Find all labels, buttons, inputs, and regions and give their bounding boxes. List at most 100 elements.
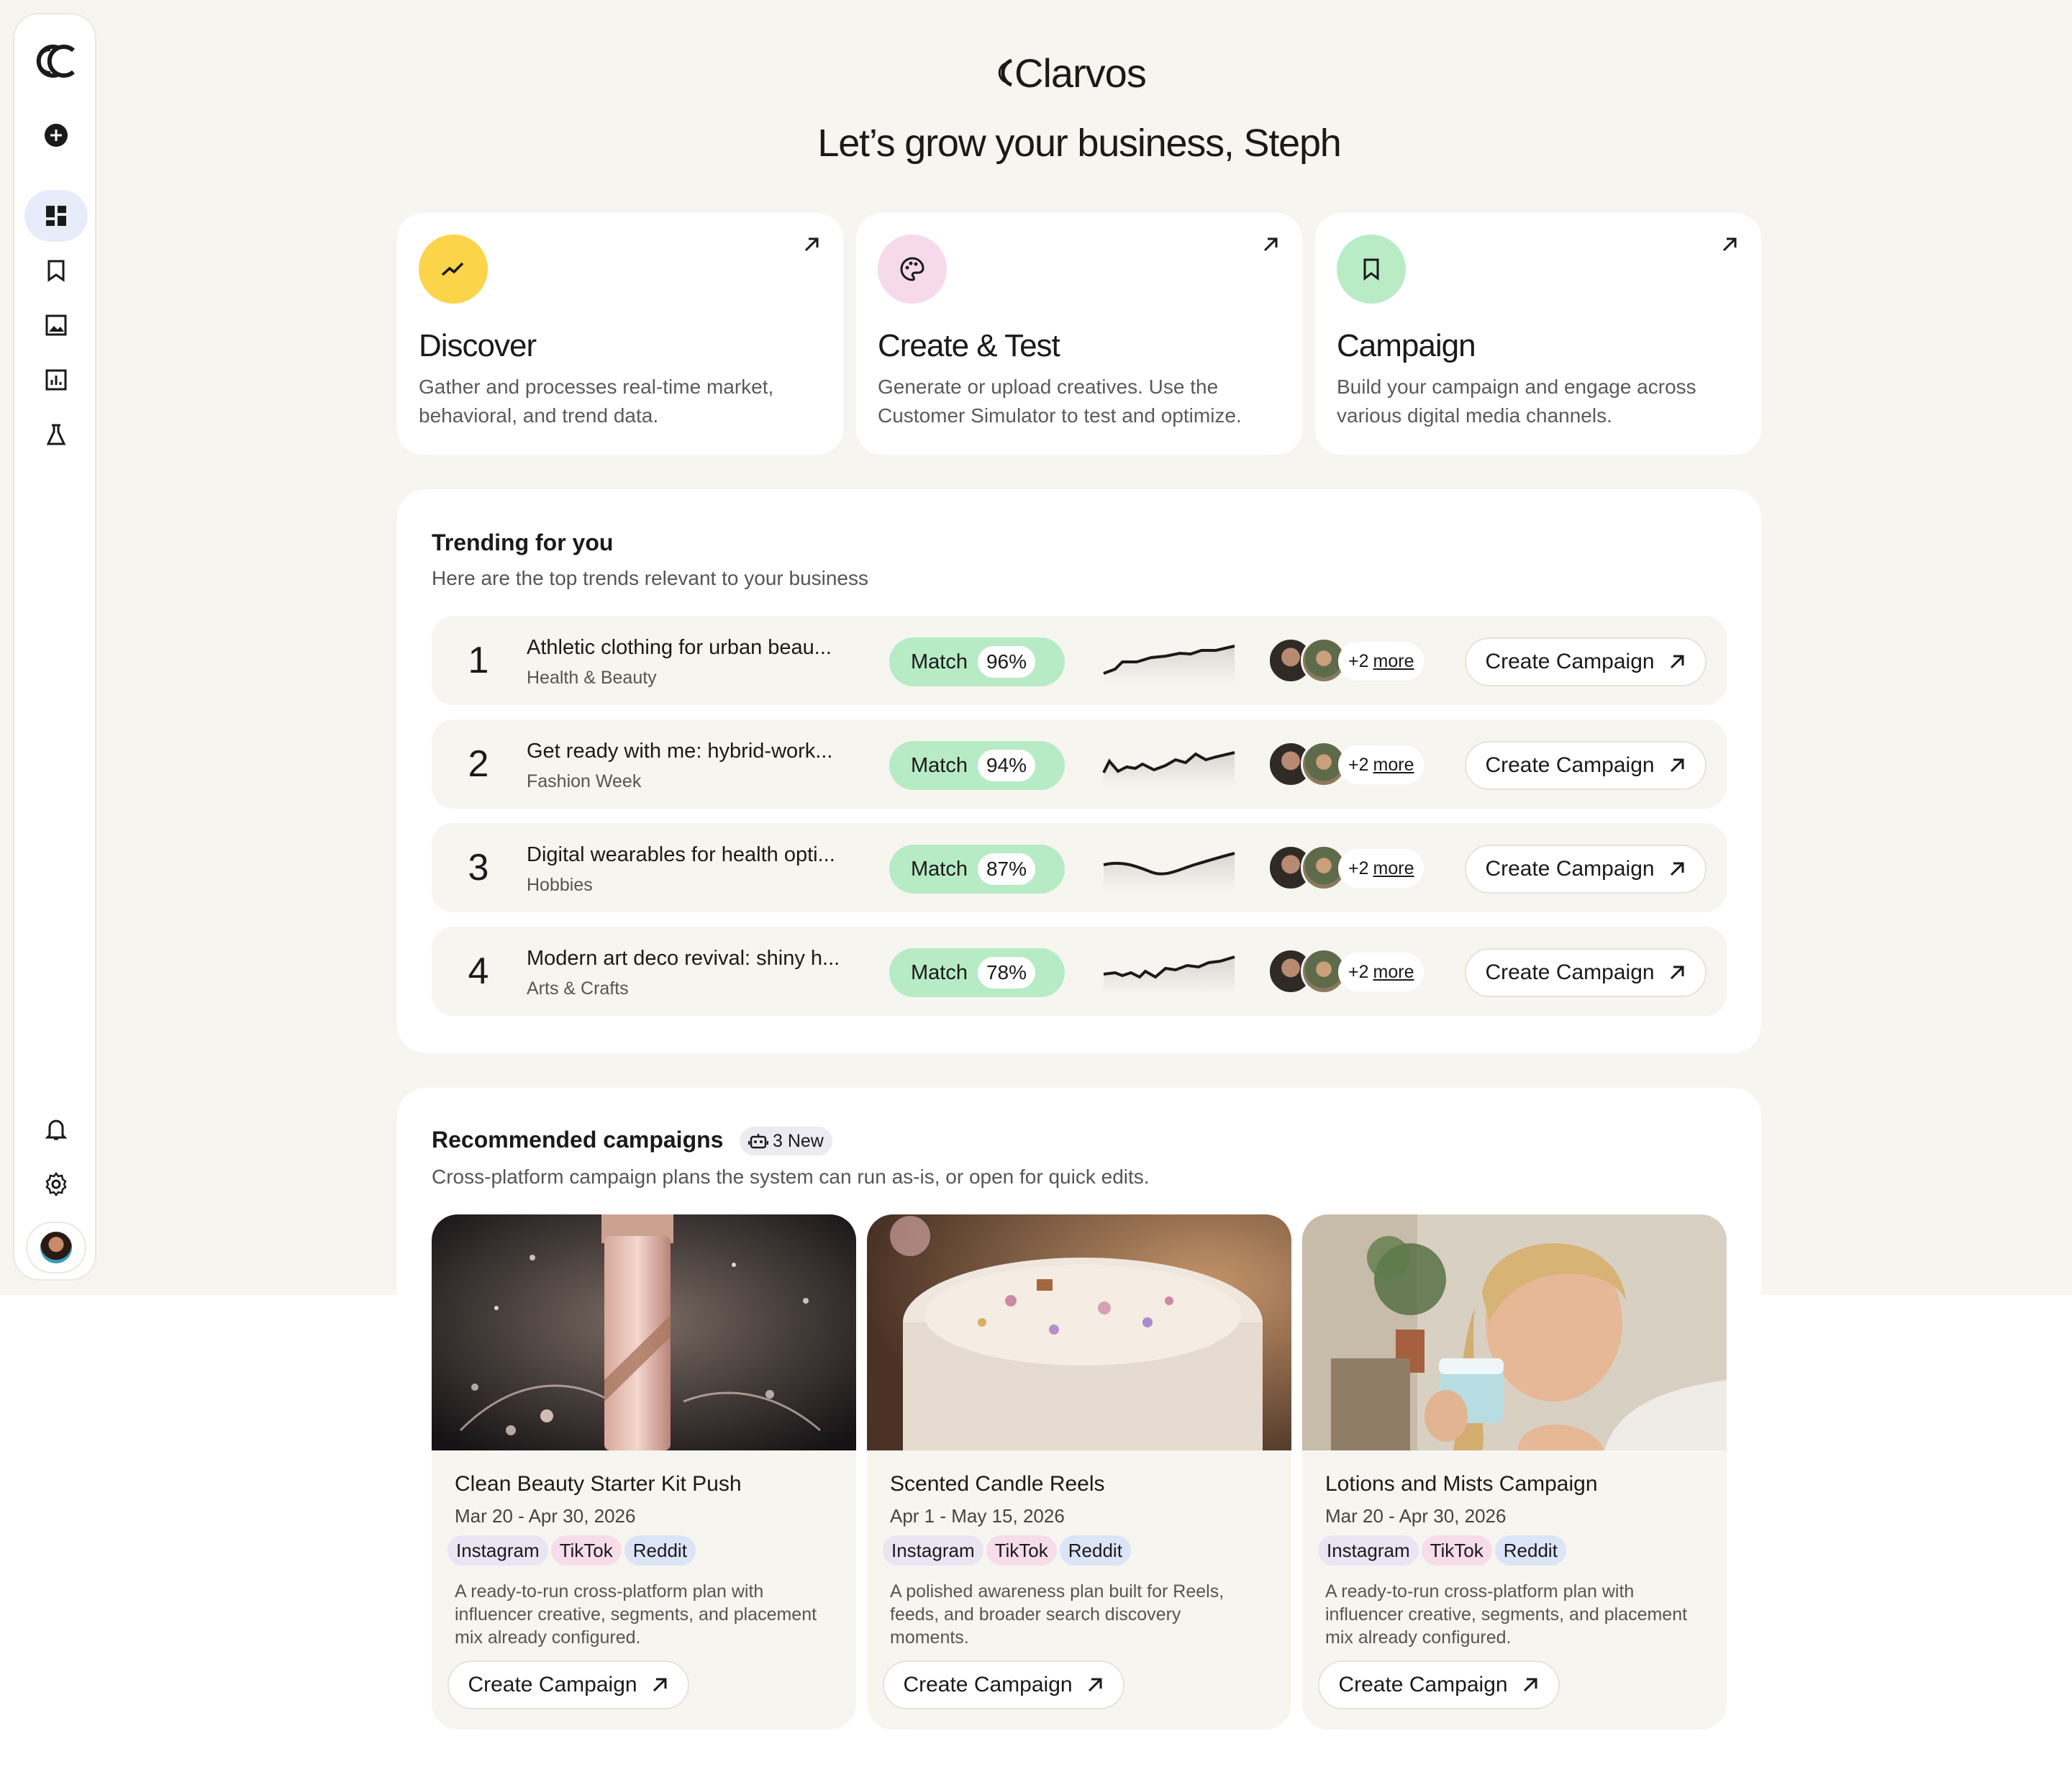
trend-title: Athletic clothing for urban beau... [527, 636, 832, 659]
arrow-up-right-icon [1670, 862, 1684, 876]
tag-reddit: Reddit [1494, 1535, 1566, 1566]
trend-title: Get ready with me: hybrid-work... [527, 740, 833, 763]
match-percent: 87% [977, 853, 1036, 885]
platform-tags: Instagram TikTok Reddit [1318, 1535, 1566, 1566]
more-creators-link[interactable]: +2 more [1338, 953, 1424, 991]
more-creators-link[interactable]: +2 more [1338, 849, 1424, 888]
new-count: 3 New [773, 1130, 824, 1151]
more-label: more [1373, 858, 1414, 878]
more-creators-link[interactable]: +2 more [1338, 642, 1424, 681]
more-label: more [1373, 650, 1414, 671]
create-campaign-label: Create Campaign [1485, 753, 1655, 777]
create-campaign-label: Create Campaign [1485, 857, 1655, 881]
arrow-up-right-icon [1670, 655, 1684, 669]
brand-logo: Clarvos [993, 47, 1166, 98]
image-icon[interactable] [24, 299, 88, 351]
campaign-dates: Apr 1 - May 15, 2026 [890, 1505, 1065, 1527]
campaign-dates: Mar 20 - Apr 30, 2026 [455, 1505, 636, 1527]
arrow-up-right-icon [1670, 758, 1684, 773]
create-campaign-button[interactable]: Create Campaign [883, 1661, 1124, 1709]
trend-row[interactable]: 1 Athletic clothing for urban beau... He… [432, 616, 1727, 705]
tag-reddit: Reddit [1059, 1535, 1131, 1566]
more-creators-link[interactable]: +2 more [1338, 745, 1424, 784]
create-test-card[interactable]: Create & Test Generate or upload creativ… [856, 213, 1302, 455]
more-count: +2 [1348, 650, 1369, 671]
new-badge: 3 New [740, 1127, 832, 1155]
arrow-up-right-icon [1088, 1678, 1102, 1692]
discover-card[interactable]: Discover Gather and processes real-time … [397, 213, 843, 455]
arrow-up-right-icon [653, 1678, 667, 1692]
match-badge: Match 87% [889, 845, 1065, 894]
brand-mark-icon [998, 58, 1013, 87]
campaign-card[interactable]: Campaign Build your campaign and engage … [1315, 213, 1761, 455]
match-badge: Match 94% [889, 741, 1065, 790]
tag-reddit: Reddit [624, 1535, 696, 1566]
platform-tags: Instagram TikTok Reddit [447, 1535, 696, 1566]
trend-category: Fashion Week [527, 771, 642, 791]
campaign-card[interactable]: Lotions and Mists Campaign Mar 20 - Apr … [1302, 1214, 1727, 1730]
bell-icon[interactable] [24, 1104, 88, 1155]
create-campaign-button[interactable]: Create Campaign [1465, 948, 1707, 997]
trend-row[interactable]: 4 Modern art deco revival: shiny h... Ar… [432, 927, 1727, 1016]
open-arrow-icon[interactable] [1260, 235, 1281, 258]
card-description: Build your campaign and engage across va… [1337, 376, 1696, 427]
tag-instagram: Instagram [447, 1535, 548, 1566]
dashboard-icon[interactable] [24, 190, 88, 242]
brand-name: Clarvos [1014, 50, 1147, 96]
match-percent: 96% [977, 646, 1036, 678]
robot-icon [748, 1134, 768, 1149]
bookmark-icon[interactable] [24, 245, 88, 296]
tag-instagram: Instagram [1318, 1535, 1419, 1566]
campaign-dates: Mar 20 - Apr 30, 2026 [1325, 1505, 1507, 1527]
trend-rank: 4 [468, 950, 489, 992]
create-campaign-label: Create Campaign [903, 1673, 1073, 1696]
trend-rank: 1 [468, 640, 489, 681]
recommended-title: Recommended campaigns [432, 1127, 724, 1153]
match-badge: Match 78% [889, 948, 1065, 997]
more-label: more [1373, 961, 1414, 982]
trend-rank: 3 [468, 847, 489, 889]
sidebar-logo-icon[interactable] [14, 43, 95, 79]
open-arrow-icon[interactable] [801, 235, 822, 258]
create-campaign-label: Create Campaign [1485, 650, 1655, 673]
campaign-title: Clean Beauty Starter Kit Push [455, 1472, 742, 1496]
create-campaign-button[interactable]: Create Campaign [1318, 1661, 1560, 1709]
trend-row[interactable]: 2 Get ready with me: hybrid-work... Fash… [432, 719, 1727, 809]
more-count: +2 [1348, 754, 1369, 775]
more-label: more [1373, 754, 1414, 775]
campaign-title: Lotions and Mists Campaign [1325, 1472, 1598, 1496]
campaign-description: A ready-to-run cross-platform plan with … [455, 1581, 817, 1648]
creator-avatars: +2 more [1268, 948, 1435, 996]
trend-sparkline [1102, 751, 1235, 787]
create-campaign-button[interactable]: Create Campaign [1465, 845, 1707, 894]
create-campaign-label: Create Campaign [1338, 1673, 1508, 1696]
match-label: Match [911, 650, 968, 673]
more-count: +2 [1348, 961, 1369, 982]
avatar-icon [40, 1232, 72, 1263]
new-icon[interactable] [24, 109, 88, 161]
trend-rank: 2 [468, 743, 489, 785]
arrow-up-right-icon [1523, 1678, 1537, 1692]
page-title: Let’s grow your business, Steph [817, 122, 1341, 165]
user-avatar[interactable] [26, 1222, 86, 1273]
trend-row[interactable]: 3 Digital wearables for health opti... H… [432, 823, 1727, 912]
create-campaign-button[interactable]: Create Campaign [447, 1661, 689, 1709]
card-description: Gather and processes real-time market, b… [419, 376, 774, 427]
flask-icon[interactable] [24, 409, 88, 460]
trend-icon [419, 235, 488, 304]
trend-category: Hobbies [527, 875, 593, 895]
card-title: Create & Test [878, 328, 1060, 363]
tag-tiktok: TikTok [550, 1535, 622, 1566]
open-arrow-icon[interactable] [1719, 235, 1740, 258]
campaign-card[interactable]: Scented Candle Reels Apr 1 - May 15, 202… [867, 1214, 1291, 1730]
platform-tags: Instagram TikTok Reddit [883, 1535, 1131, 1566]
gear-icon[interactable] [24, 1158, 88, 1210]
match-label: Match [911, 960, 968, 984]
create-campaign-button[interactable]: Create Campaign [1465, 637, 1707, 686]
chart-icon[interactable] [24, 354, 88, 406]
create-campaign-button[interactable]: Create Campaign [1465, 741, 1707, 790]
match-percent: 94% [977, 750, 1036, 781]
card-description: Generate or upload creatives. Use the Cu… [878, 376, 1242, 427]
campaign-description: A polished awareness plan built for Reel… [890, 1581, 1224, 1648]
campaign-card[interactable]: Clean Beauty Starter Kit Push Mar 20 - A… [432, 1214, 856, 1730]
